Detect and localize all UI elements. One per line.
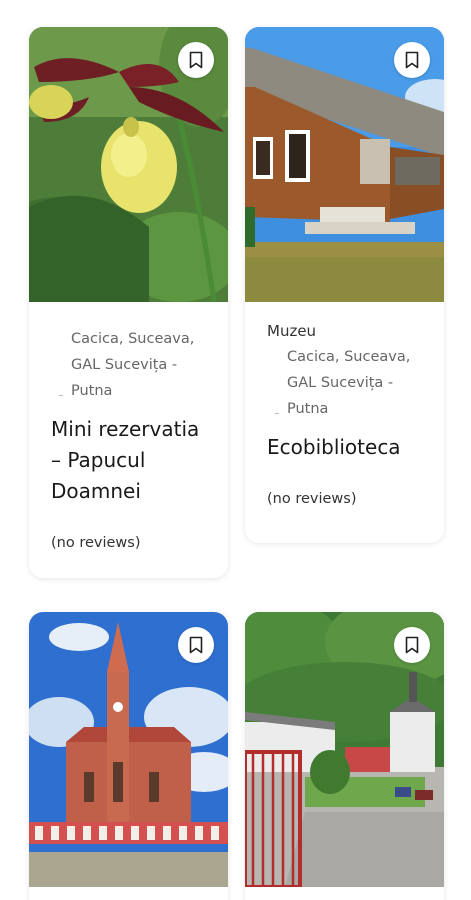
bullet-dot — [275, 413, 279, 414]
category-label: Muzeu — [267, 322, 317, 340]
bookmark-button[interactable] — [394, 42, 430, 78]
location-line: GAL Sucevița - — [287, 375, 394, 391]
location-line: Putna — [59, 378, 206, 404]
place-card[interactable]: Muzeu Cacica, Suceava, GAL Sucevița - Pu… — [245, 27, 444, 543]
bookmark-button[interactable] — [178, 42, 214, 78]
location-line: Cacica, Suceava, — [71, 331, 195, 347]
place-title[interactable]: Ecobiblioteca — [267, 432, 422, 463]
place-title[interactable]: Mini rezervatia – Papucul Doamnei — [51, 414, 206, 507]
location-line: Putna — [275, 396, 422, 422]
card-body: Muzeu Cacica, Suceava, GAL Sucevița - Pu… — [245, 302, 444, 525]
bookmark-button[interactable] — [178, 627, 214, 663]
bookmark-icon — [405, 51, 419, 69]
reviews-count: (no reviews) — [51, 535, 141, 551]
bullet-dot — [59, 395, 63, 396]
location-line: GAL Sucevița - — [71, 357, 178, 373]
reviews-count: (no reviews) — [267, 491, 357, 507]
listing-grid: Cacica, Suceava, GAL Sucevița - Putna Mi… — [0, 0, 471, 900]
location-line: Cacica, Suceava, — [287, 349, 411, 365]
place-photo-orchid[interactable] — [29, 27, 228, 302]
bookmark-icon — [189, 51, 203, 69]
place-photo-house[interactable] — [245, 27, 444, 302]
bookmark-button[interactable] — [394, 627, 430, 663]
place-card[interactable]: Cacica, Suceava, GAL Sucevița - Putna Mi… — [29, 27, 228, 578]
place-card[interactable] — [245, 612, 444, 900]
location: Cacica, Suceava, GAL Sucevița - Putna — [267, 344, 422, 422]
bookmark-icon — [405, 636, 419, 654]
card-body: Cacica, Suceava, GAL Sucevița - Putna Mi… — [29, 302, 228, 569]
place-photo-church[interactable] — [29, 612, 228, 887]
bookmark-icon — [189, 636, 203, 654]
location: Cacica, Suceava, GAL Sucevița - Putna — [51, 326, 206, 404]
place-photo-monastery[interactable] — [245, 612, 444, 887]
place-card[interactable] — [29, 612, 228, 900]
